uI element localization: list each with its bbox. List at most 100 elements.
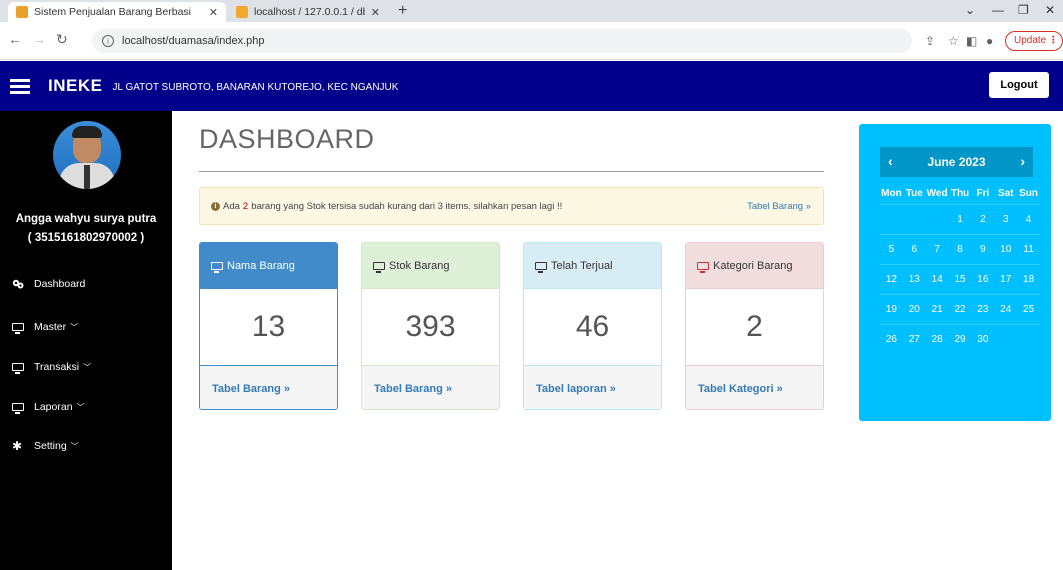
menu-dots-icon: ⋮ (1048, 35, 1059, 46)
card-link-tabel-laporan[interactable]: Tabel laporan » (524, 366, 661, 409)
logout-button[interactable]: Logout (989, 72, 1049, 98)
calendar-day[interactable]: 8 (949, 244, 972, 255)
calendar-day[interactable]: 25 (1017, 304, 1040, 315)
reload-icon[interactable]: ↻ (56, 31, 68, 48)
address-bar: ← → ↻ i localhost/duamasa/index.php ⇪ ☆ … (0, 22, 1063, 60)
alert-count: 2 (242, 200, 249, 212)
next-month-icon[interactable]: › (1020, 153, 1025, 169)
sidebar-item-label: Laporan (34, 401, 73, 413)
calendar-day[interactable]: 14 (926, 274, 949, 285)
sidebar-item-dashboard[interactable]: Dashboard (12, 278, 85, 290)
share-icon[interactable]: ⇪ (925, 34, 935, 48)
sidebar-item-transaksi[interactable]: Transaksi ﹀ (12, 361, 92, 374)
calendar-week-row: 12 13 14 15 16 17 18 (880, 264, 1040, 294)
card-link-tabel-barang[interactable]: Tabel Barang » (200, 366, 337, 409)
low-stock-alert: i Ada 2 barang yang Stok tersisa sudah k… (199, 187, 824, 225)
side-panel-icon[interactable]: ◧ (966, 34, 977, 48)
back-arrow-icon[interactable]: ← (8, 31, 22, 47)
title-divider (199, 171, 824, 172)
calendar-day[interactable]: 17 (994, 274, 1017, 285)
calendar-day[interactable]: 26 (880, 334, 903, 345)
sidebar: Angga wahyu surya putra ( 35151618029700… (0, 111, 172, 570)
restore-icon[interactable]: ❐ (1018, 3, 1029, 17)
calendar-day[interactable]: 13 (903, 274, 926, 285)
new-tab-icon[interactable]: + (398, 2, 407, 20)
calendar-day[interactable]: 1 (949, 214, 972, 225)
sidebar-item-label: Dashboard (34, 278, 86, 290)
user-avatar (53, 121, 121, 189)
card-link-tabel-barang[interactable]: Tabel Barang » (362, 366, 499, 409)
calendar-day[interactable]: 2 (971, 214, 994, 225)
calendar-day[interactable]: 29 (949, 334, 972, 345)
calendar-day[interactable]: 27 (903, 334, 926, 345)
calendar-day[interactable]: 28 (926, 334, 949, 345)
calendar-day[interactable]: 5 (880, 244, 903, 255)
calendar-day[interactable]: 22 (949, 304, 972, 315)
dashboard-icon (12, 279, 26, 290)
calendar-day[interactable]: 9 (971, 244, 994, 255)
close-tab-icon[interactable]: ✕ (209, 6, 218, 19)
calendar-day[interactable]: 20 (903, 304, 926, 315)
calendar-week-row: 5 6 7 8 9 10 11 (880, 234, 1040, 264)
calendar-day[interactable]: 30 (971, 334, 994, 345)
weekday-label: Thu (950, 188, 970, 199)
calendar-day[interactable]: 4 (1017, 214, 1040, 225)
calendar-day[interactable]: 19 (880, 304, 903, 315)
site-info-icon[interactable]: i (102, 35, 114, 47)
info-icon: i (211, 201, 220, 211)
card-title: Stok Barang (389, 259, 450, 272)
monitor-icon (697, 261, 709, 273)
calendar-day[interactable]: 10 (994, 244, 1017, 255)
browser-tab-active[interactable]: Sistem Penjualan Barang Berbasi ✕ (8, 2, 226, 22)
card-nama-barang: Nama Barang 13 Tabel Barang » (199, 242, 338, 410)
calendar-day[interactable]: 16 (971, 274, 994, 285)
store-address: JL GATOT SUBROTO, BANARAN KUTOREJO, KEC … (112, 82, 399, 93)
calendar-day[interactable]: 6 (903, 244, 926, 255)
card-value: 13 (200, 288, 337, 366)
url-input[interactable]: i localhost/duamasa/index.php (92, 29, 912, 53)
alert-message: barang yang Stok tersisa sudah kurang da… (251, 200, 563, 212)
calendar-day[interactable]: 3 (994, 214, 1017, 225)
profile-icon[interactable]: ● (986, 34, 993, 48)
update-button[interactable]: Update ⋮ (1005, 31, 1063, 51)
tab-search-chevron-icon[interactable]: ⌄ (965, 3, 975, 17)
chevron-down-icon: ﹀ (83, 362, 92, 372)
calendar-day[interactable]: 15 (949, 274, 972, 285)
card-value: 2 (686, 288, 823, 366)
calendar-day[interactable]: 23 (971, 304, 994, 315)
brand-name: INEKE (48, 76, 103, 95)
calendar-week-row: 1234 (880, 204, 1040, 234)
calendar-day[interactable]: 24 (994, 304, 1017, 315)
calendar-day[interactable]: 12 (880, 274, 903, 285)
calendar-day[interactable]: 7 (926, 244, 949, 255)
calendar-header: ‹ June 2023 › (880, 147, 1033, 177)
browser-tab-phpmyadmin[interactable]: localhost / 127.0.0.1 / db_toko | p ✕ (228, 2, 388, 22)
calendar-day[interactable]: 18 (1017, 274, 1040, 285)
tab-title: Sistem Penjualan Barang Berbasi (34, 6, 192, 18)
alert-tabel-barang-link[interactable]: Tabel Barang » (747, 201, 811, 212)
close-window-icon[interactable]: ✕ (1045, 3, 1055, 17)
card-title: Telah Terjual (551, 259, 613, 272)
calendar-day[interactable]: 21 (926, 304, 949, 315)
card-link-tabel-kategori[interactable]: Tabel Kategori » (686, 366, 823, 409)
card-value: 46 (524, 288, 661, 366)
bookmark-star-icon[interactable]: ☆ (948, 34, 959, 48)
sidebar-item-laporan[interactable]: Laporan ﹀ (12, 401, 85, 414)
hamburger-menu-icon[interactable] (10, 76, 30, 97)
calendar-weekdays: Mon Tue Wed Thu Fri Sat Sun (880, 188, 1040, 199)
sidebar-item-setting[interactable]: ✱ Setting ﹀ (12, 439, 79, 453)
app-favicon-icon (16, 6, 28, 18)
minimize-icon[interactable]: — (992, 3, 1004, 17)
close-tab-icon[interactable]: ✕ (371, 6, 380, 19)
sidebar-item-label: Master (34, 321, 67, 333)
prev-month-icon[interactable]: ‹ (888, 153, 893, 169)
calendar-day[interactable]: 11 (1017, 244, 1040, 255)
update-label: Update (1014, 35, 1047, 46)
calendar-week-row: 26 27 28 29 30 (880, 324, 1040, 354)
weekday-label: Tue (905, 188, 923, 199)
weekday-label: Sat (997, 188, 1014, 199)
forward-arrow-icon[interactable]: → (32, 31, 46, 47)
monitor-icon (12, 403, 24, 414)
card-stok-barang: Stok Barang 393 Tabel Barang » (361, 242, 500, 410)
sidebar-item-master[interactable]: Master ﹀ (12, 321, 78, 334)
